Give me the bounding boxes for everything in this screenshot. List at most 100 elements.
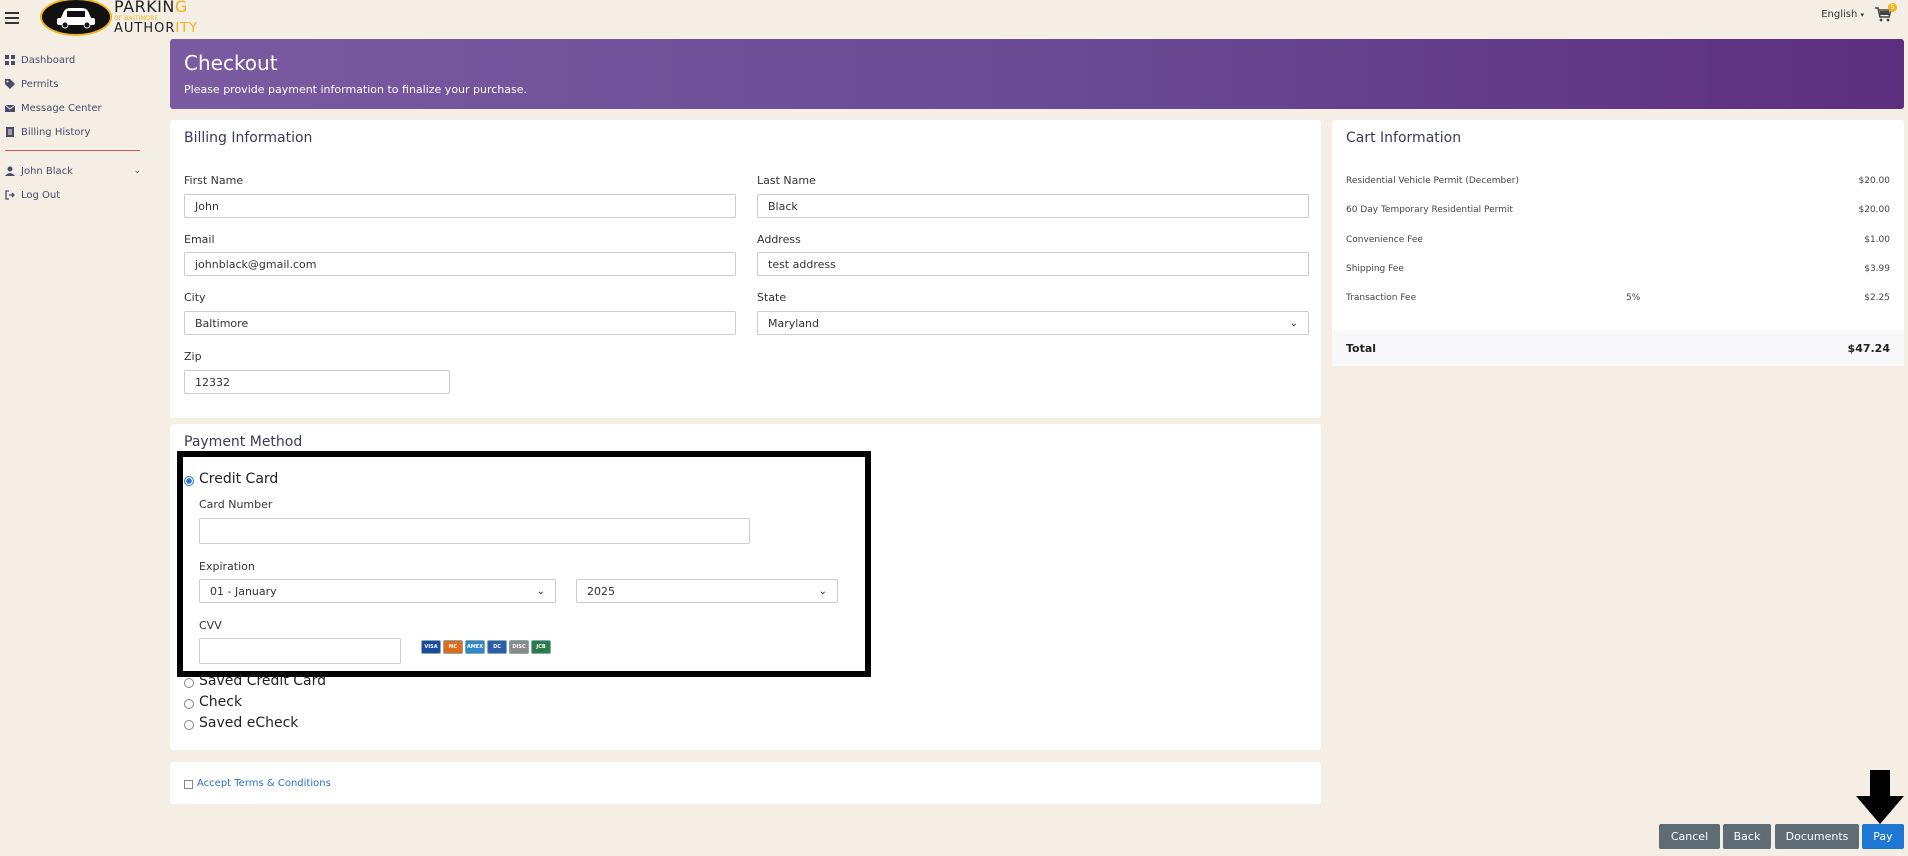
email-label: Email <box>184 233 215 246</box>
email-field[interactable]: johnblack@gmail.com <box>184 252 736 276</box>
cart-item-amount: $1.00 <box>1864 235 1890 245</box>
state-select[interactable]: Maryland ⌄ <box>757 311 1309 335</box>
sidebar-item-label: Message Center <box>21 102 102 114</box>
envelope-icon <box>5 103 15 113</box>
cart-item-name: Transaction Fee <box>1346 293 1417 303</box>
check-radio[interactable] <box>184 699 194 709</box>
cart-item-amount: $20.00 <box>1858 176 1891 186</box>
user-icon <box>5 166 15 176</box>
sidebar-item-billing-history[interactable]: Billing History <box>5 120 141 144</box>
sidebar-item-label: Permits <box>21 78 59 90</box>
dashboard-icon <box>5 55 15 65</box>
accept-terms-link[interactable]: Accept Terms & Conditions <box>197 778 331 789</box>
expiration-month-value: 01 - January <box>210 584 277 598</box>
cart-information-card: Cart Information Residential Vehicle Per… <box>1332 120 1904 366</box>
billing-information-title: Billing Information <box>184 130 313 146</box>
logo: PARKING OF BALTIMORE AUTHORITY <box>40 0 198 36</box>
sidebar-item-label: Dashboard <box>21 54 76 66</box>
page-header: Checkout Please provide payment informat… <box>170 39 1904 109</box>
back-button[interactable]: Back <box>1723 824 1771 849</box>
address-field[interactable]: test address <box>757 252 1309 276</box>
document-icon <box>5 127 15 137</box>
cart-item-amount: $20.00 <box>1858 205 1891 215</box>
chevron-down-icon: ⌄ <box>536 585 545 597</box>
card-number-field[interactable] <box>199 518 750 544</box>
cvv-field[interactable] <box>199 638 401 664</box>
language-dropdown[interactable]: English ▾ <box>1821 9 1864 20</box>
pay-button[interactable]: Pay <box>1862 824 1904 849</box>
cart-total-amount: $47.24 <box>1847 341 1890 355</box>
cart-item-amount: $2.25 <box>1864 293 1890 303</box>
page-title: Checkout <box>184 51 278 75</box>
logout-icon <box>5 190 15 200</box>
first-name-label: First Name <box>184 174 244 187</box>
cart-item-row: Transaction Fee 5% $2.25 <box>1346 293 1890 303</box>
menu-icon[interactable] <box>5 12 19 24</box>
cvv-label: CVV <box>199 619 222 632</box>
sidebar-divider <box>5 150 140 151</box>
payment-method-title: Payment Method <box>184 434 303 450</box>
amex-icon: AMEX <box>465 640 485 654</box>
address-label: Address <box>757 233 801 246</box>
cart-item-row: 60 Day Temporary Residential Permit $20.… <box>1346 205 1890 215</box>
sidebar-item-label: Billing History <box>21 126 91 138</box>
cart-item-name: Convenience Fee <box>1346 235 1423 245</box>
saved-echeck-radio[interactable] <box>184 720 194 730</box>
cart-total-row: Total $47.24 <box>1332 330 1904 366</box>
jcb-icon: JCB <box>531 640 551 654</box>
documents-button[interactable]: Documents <box>1775 824 1859 849</box>
first-name-field[interactable]: John <box>184 194 736 218</box>
cart-total-label: Total <box>1346 341 1377 355</box>
state-label: State <box>757 291 787 304</box>
cart-item-name: Shipping Fee <box>1346 264 1404 274</box>
logo-text-top-accent: G <box>174 0 188 16</box>
cart-item-name: Residential Vehicle Permit (December) <box>1346 176 1520 186</box>
credit-card-radio[interactable] <box>184 476 194 486</box>
car-logo-icon <box>40 0 112 36</box>
cart-count-badge: 5 <box>1888 3 1897 12</box>
cart-item-row: Convenience Fee $1.00 <box>1346 235 1890 245</box>
card-brand-logos: VISA MC AMEX DC DISC JCB <box>421 640 551 654</box>
last-name-field[interactable]: Black <box>757 194 1309 218</box>
cart-item-row: Residential Vehicle Permit (December) $2… <box>1346 176 1890 186</box>
page-subtitle: Please provide payment information to fi… <box>184 83 528 96</box>
accept-terms-checkbox[interactable] <box>184 780 193 789</box>
sidebar-item-message-center[interactable]: Message Center <box>5 96 141 120</box>
sidebar-item-label: Log Out <box>21 189 61 201</box>
expiration-month-select[interactable]: 01 - January ⌄ <box>199 579 556 603</box>
credit-card-label: Credit Card <box>199 471 279 487</box>
expiration-year-select[interactable]: 2025 ⌄ <box>576 579 838 603</box>
card-number-label: Card Number <box>199 498 273 511</box>
logo-text-top: PARKIN <box>114 0 175 16</box>
terms-card <box>170 762 1321 804</box>
mastercard-icon: MC <box>443 640 463 654</box>
arrow-down-annotation-icon <box>1856 770 1904 824</box>
saved-credit-card-radio[interactable] <box>184 678 194 688</box>
zip-field[interactable]: 12332 <box>184 370 450 394</box>
sidebar-user-menu[interactable]: John Black ⌄ <box>5 159 141 183</box>
cart-information-title: Cart Information <box>1346 130 1462 146</box>
zip-label: Zip <box>184 350 202 363</box>
cart-item-name: 60 Day Temporary Residential Permit <box>1346 205 1513 215</box>
visa-icon: VISA <box>421 640 441 654</box>
city-label: City <box>184 291 206 304</box>
cart-item-row: Shipping Fee $3.99 <box>1346 264 1890 274</box>
cart-item-percent: 5% <box>1626 293 1641 303</box>
last-name-label: Last Name <box>757 174 816 187</box>
sidebar-item-permits[interactable]: Permits <box>5 72 141 96</box>
check-label: Check <box>199 694 243 710</box>
sidebar: Dashboard Permits Message Center Billing… <box>5 48 141 207</box>
sidebar-item-logout[interactable]: Log Out <box>5 183 141 207</box>
language-label: English <box>1821 9 1858 20</box>
logo-text-bottom-accent: ITY <box>175 21 199 36</box>
chevron-down-icon: ⌄ <box>818 585 827 597</box>
diners-club-icon: DC <box>487 640 507 654</box>
state-select-value: Maryland <box>768 316 820 330</box>
cancel-button[interactable]: Cancel <box>1659 824 1720 849</box>
sidebar-item-dashboard[interactable]: Dashboard <box>5 48 141 72</box>
saved-echeck-label: Saved eCheck <box>199 715 299 731</box>
user-name: John Black <box>21 165 73 177</box>
city-field[interactable]: Baltimore <box>184 311 736 335</box>
expiration-label: Expiration <box>199 560 255 573</box>
logo-text-bottom: AUTHOR <box>114 21 176 36</box>
